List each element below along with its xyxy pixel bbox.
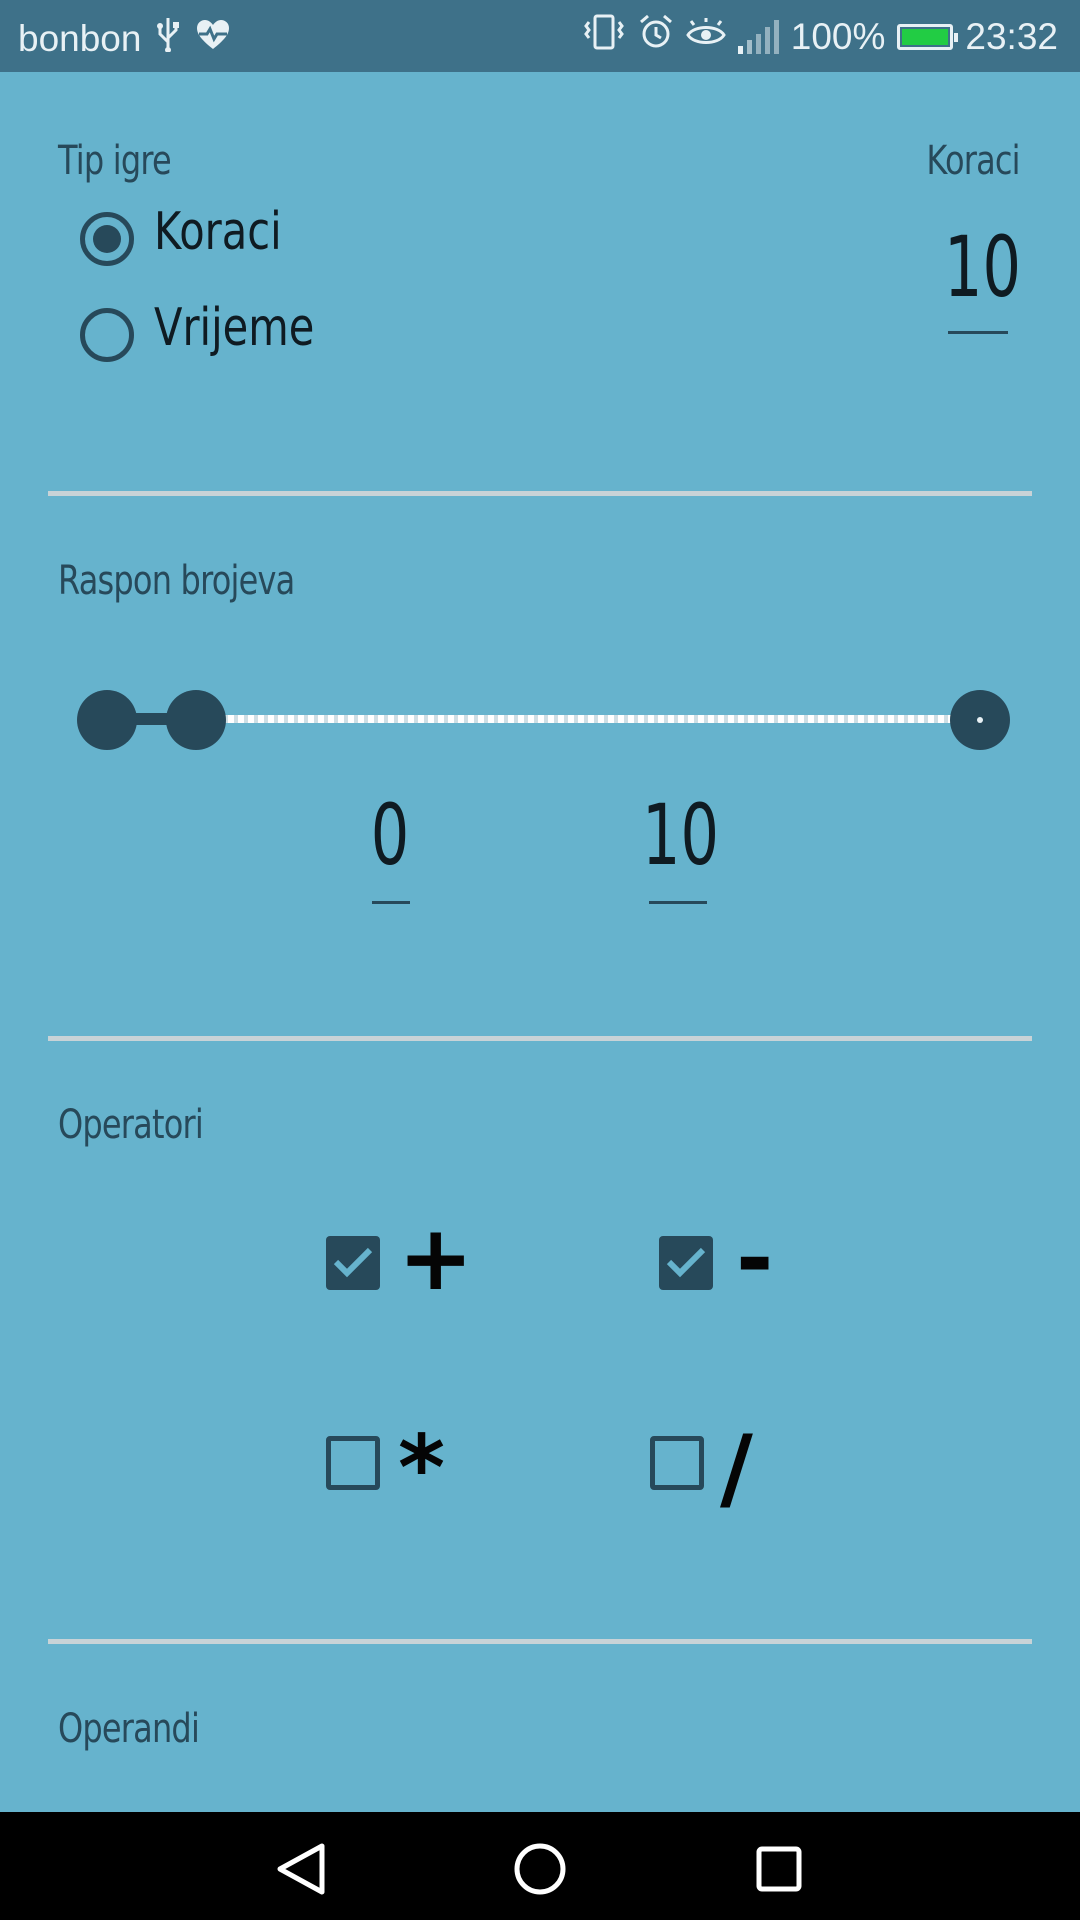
carrier-name: bonbon <box>18 17 142 59</box>
range-label: Raspon brojeva <box>58 558 295 604</box>
operator-multiply-label[interactable]: * <box>398 1424 445 1514</box>
settings-content: Tip igre Koraci Vrijeme Koraci 10 Raspon… <box>0 72 1080 1812</box>
game-type-label: Tip igre <box>58 138 172 184</box>
signal-icon <box>737 19 779 54</box>
range-slider-track[interactable] <box>108 715 980 723</box>
steps-input[interactable]: 10 <box>944 218 1021 316</box>
divider <box>48 1036 1032 1041</box>
battery-percent: 100% <box>790 15 886 57</box>
status-bar: bonbon 100% 23:32 <box>0 0 1080 72</box>
heart-pulse-icon <box>195 18 231 60</box>
radio-vrijeme-label[interactable]: Vrijeme <box>154 298 314 358</box>
range-max-input[interactable]: 10 <box>642 786 719 884</box>
usb-icon <box>155 16 181 61</box>
home-icon[interactable] <box>505 1834 575 1904</box>
vibrate-icon <box>582 14 626 59</box>
check-icon <box>333 1247 373 1278</box>
radio-koraci-label[interactable]: Koraci <box>154 202 282 262</box>
operator-plus-label[interactable]: + <box>398 1214 473 1304</box>
divider <box>48 1639 1032 1644</box>
range-min-underline <box>372 901 410 904</box>
recents-icon[interactable] <box>744 1834 814 1904</box>
range-slider-end-thumb[interactable] <box>950 690 1010 750</box>
back-icon[interactable] <box>266 1834 336 1904</box>
operator-divide-label[interactable]: / <box>720 1424 753 1514</box>
alarm-icon <box>638 14 674 59</box>
checkbox-multiply[interactable] <box>326 1436 380 1490</box>
checkbox-minus[interactable] <box>659 1236 713 1290</box>
radio-vrijeme[interactable] <box>80 308 134 362</box>
operator-minus-label[interactable]: - <box>736 1214 773 1304</box>
divider <box>48 491 1032 496</box>
range-max-underline <box>649 901 707 904</box>
steps-input-underline <box>948 331 1008 334</box>
checkbox-divide[interactable] <box>650 1436 704 1490</box>
range-slider-min-thumb[interactable] <box>77 690 137 750</box>
navigation-bar <box>0 1812 1080 1920</box>
checkbox-plus[interactable] <box>326 1236 380 1290</box>
battery-charging-icon <box>897 23 959 50</box>
steps-label: Koraci <box>926 138 1021 184</box>
radio-koraci[interactable] <box>80 212 134 266</box>
check-icon <box>666 1247 706 1278</box>
eye-icon <box>686 16 726 58</box>
operands-label: Operandi <box>58 1706 200 1752</box>
range-slider-max-thumb[interactable] <box>166 690 226 750</box>
range-min-input[interactable]: 0 <box>354 786 426 884</box>
operators-label: Operatori <box>58 1102 204 1148</box>
clock: 23:32 <box>965 15 1058 57</box>
